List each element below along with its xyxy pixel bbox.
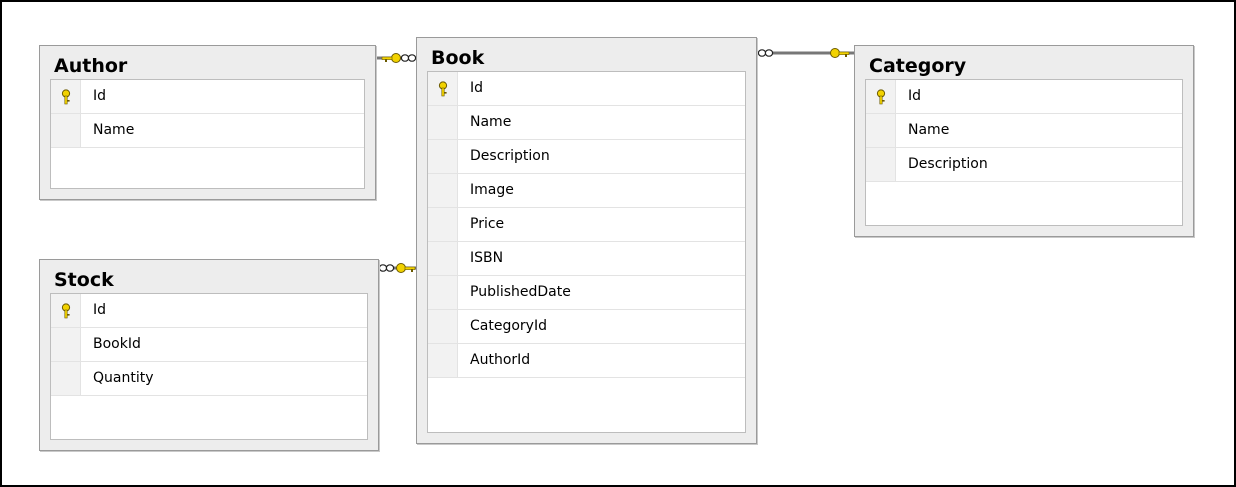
column-row[interactable]: CategoryId bbox=[428, 310, 745, 344]
column-name: Quantity bbox=[93, 370, 154, 386]
column-row[interactable]: Id bbox=[428, 72, 745, 106]
infinity-icon bbox=[378, 264, 395, 272]
row-selector[interactable] bbox=[866, 114, 896, 147]
row-selector[interactable] bbox=[428, 242, 458, 275]
column-name: PublishedDate bbox=[470, 284, 571, 300]
column-grid: Id Name Description bbox=[865, 79, 1183, 226]
row-selector[interactable] bbox=[428, 276, 458, 309]
primary-key-icon bbox=[61, 89, 71, 105]
table-category[interactable]: Category Id Name Description bbox=[854, 45, 1194, 237]
column-name: Id bbox=[93, 302, 107, 318]
column-row[interactable]: AuthorId bbox=[428, 344, 745, 378]
column-name: Id bbox=[908, 88, 922, 104]
diagram-canvas: Author Id Name Stock Id BookId Quantity Boo… bbox=[0, 0, 1236, 487]
column-name: Name bbox=[470, 114, 512, 130]
primary-key-icon bbox=[61, 303, 71, 319]
column-grid: Id Name Description Image Price ISBN Published… bbox=[427, 71, 746, 433]
row-selector[interactable] bbox=[428, 174, 458, 207]
row-selector[interactable] bbox=[428, 106, 458, 139]
column-row[interactable]: PublishedDate bbox=[428, 276, 745, 310]
column-row[interactable]: Id bbox=[866, 80, 1182, 114]
primary-key-icon bbox=[438, 81, 448, 97]
table-title-book: Book bbox=[431, 47, 485, 69]
column-row[interactable]: Id bbox=[51, 80, 364, 114]
column-row[interactable]: Description bbox=[428, 140, 745, 174]
column-name: Id bbox=[470, 80, 484, 96]
column-name: BookId bbox=[93, 336, 141, 352]
relationship-stock-book[interactable] bbox=[377, 263, 416, 273]
row-selector[interactable] bbox=[51, 328, 81, 361]
column-row[interactable]: Id bbox=[51, 294, 367, 328]
row-selector[interactable] bbox=[866, 148, 896, 181]
column-row[interactable]: Name bbox=[51, 114, 364, 148]
column-name: Price bbox=[470, 216, 505, 232]
column-row[interactable]: BookId bbox=[51, 328, 367, 362]
relationship-book-category[interactable] bbox=[755, 48, 854, 58]
table-book[interactable]: Book Id Name Description Image Price ISBN Publ… bbox=[416, 37, 757, 444]
column-row[interactable]: Name bbox=[428, 106, 745, 140]
row-selector[interactable] bbox=[428, 72, 458, 105]
table-stock[interactable]: Stock Id BookId Quantity bbox=[39, 259, 379, 451]
column-row[interactable]: Quantity bbox=[51, 362, 367, 396]
primary-key-icon bbox=[876, 89, 886, 105]
row-selector[interactable] bbox=[428, 310, 458, 343]
table-title-author: Author bbox=[54, 55, 128, 77]
table-title-category: Category bbox=[869, 55, 967, 77]
column-name: ISBN bbox=[470, 250, 504, 266]
row-selector[interactable] bbox=[51, 362, 81, 395]
row-selector[interactable] bbox=[51, 114, 81, 147]
column-row[interactable]: Image bbox=[428, 174, 745, 208]
row-selector[interactable] bbox=[428, 208, 458, 241]
column-grid: Id BookId Quantity bbox=[50, 293, 368, 440]
column-row[interactable]: Description bbox=[866, 148, 1182, 182]
column-row[interactable]: ISBN bbox=[428, 242, 745, 276]
infinity-icon bbox=[757, 49, 774, 57]
table-title-stock: Stock bbox=[54, 269, 114, 291]
relationship-author-book[interactable] bbox=[374, 53, 417, 63]
column-name: Name bbox=[908, 122, 950, 138]
row-selector[interactable] bbox=[866, 80, 896, 113]
column-row[interactable]: Name bbox=[866, 114, 1182, 148]
column-name: Id bbox=[93, 88, 107, 104]
row-selector[interactable] bbox=[51, 80, 81, 113]
column-name: Image bbox=[470, 182, 514, 198]
column-grid: Id Name bbox=[50, 79, 365, 189]
table-author[interactable]: Author Id Name bbox=[39, 45, 376, 200]
key-icon bbox=[830, 48, 850, 58]
row-selector[interactable] bbox=[51, 294, 81, 327]
column-name: Description bbox=[470, 148, 550, 164]
key-icon bbox=[396, 263, 416, 273]
column-row[interactable]: Price bbox=[428, 208, 745, 242]
key-icon bbox=[381, 53, 401, 63]
column-name: AuthorId bbox=[470, 352, 531, 368]
column-name: Name bbox=[93, 122, 135, 138]
infinity-icon bbox=[400, 54, 417, 62]
column-name: CategoryId bbox=[470, 318, 547, 334]
row-selector[interactable] bbox=[428, 140, 458, 173]
row-selector[interactable] bbox=[428, 344, 458, 377]
column-name: Description bbox=[908, 156, 988, 172]
